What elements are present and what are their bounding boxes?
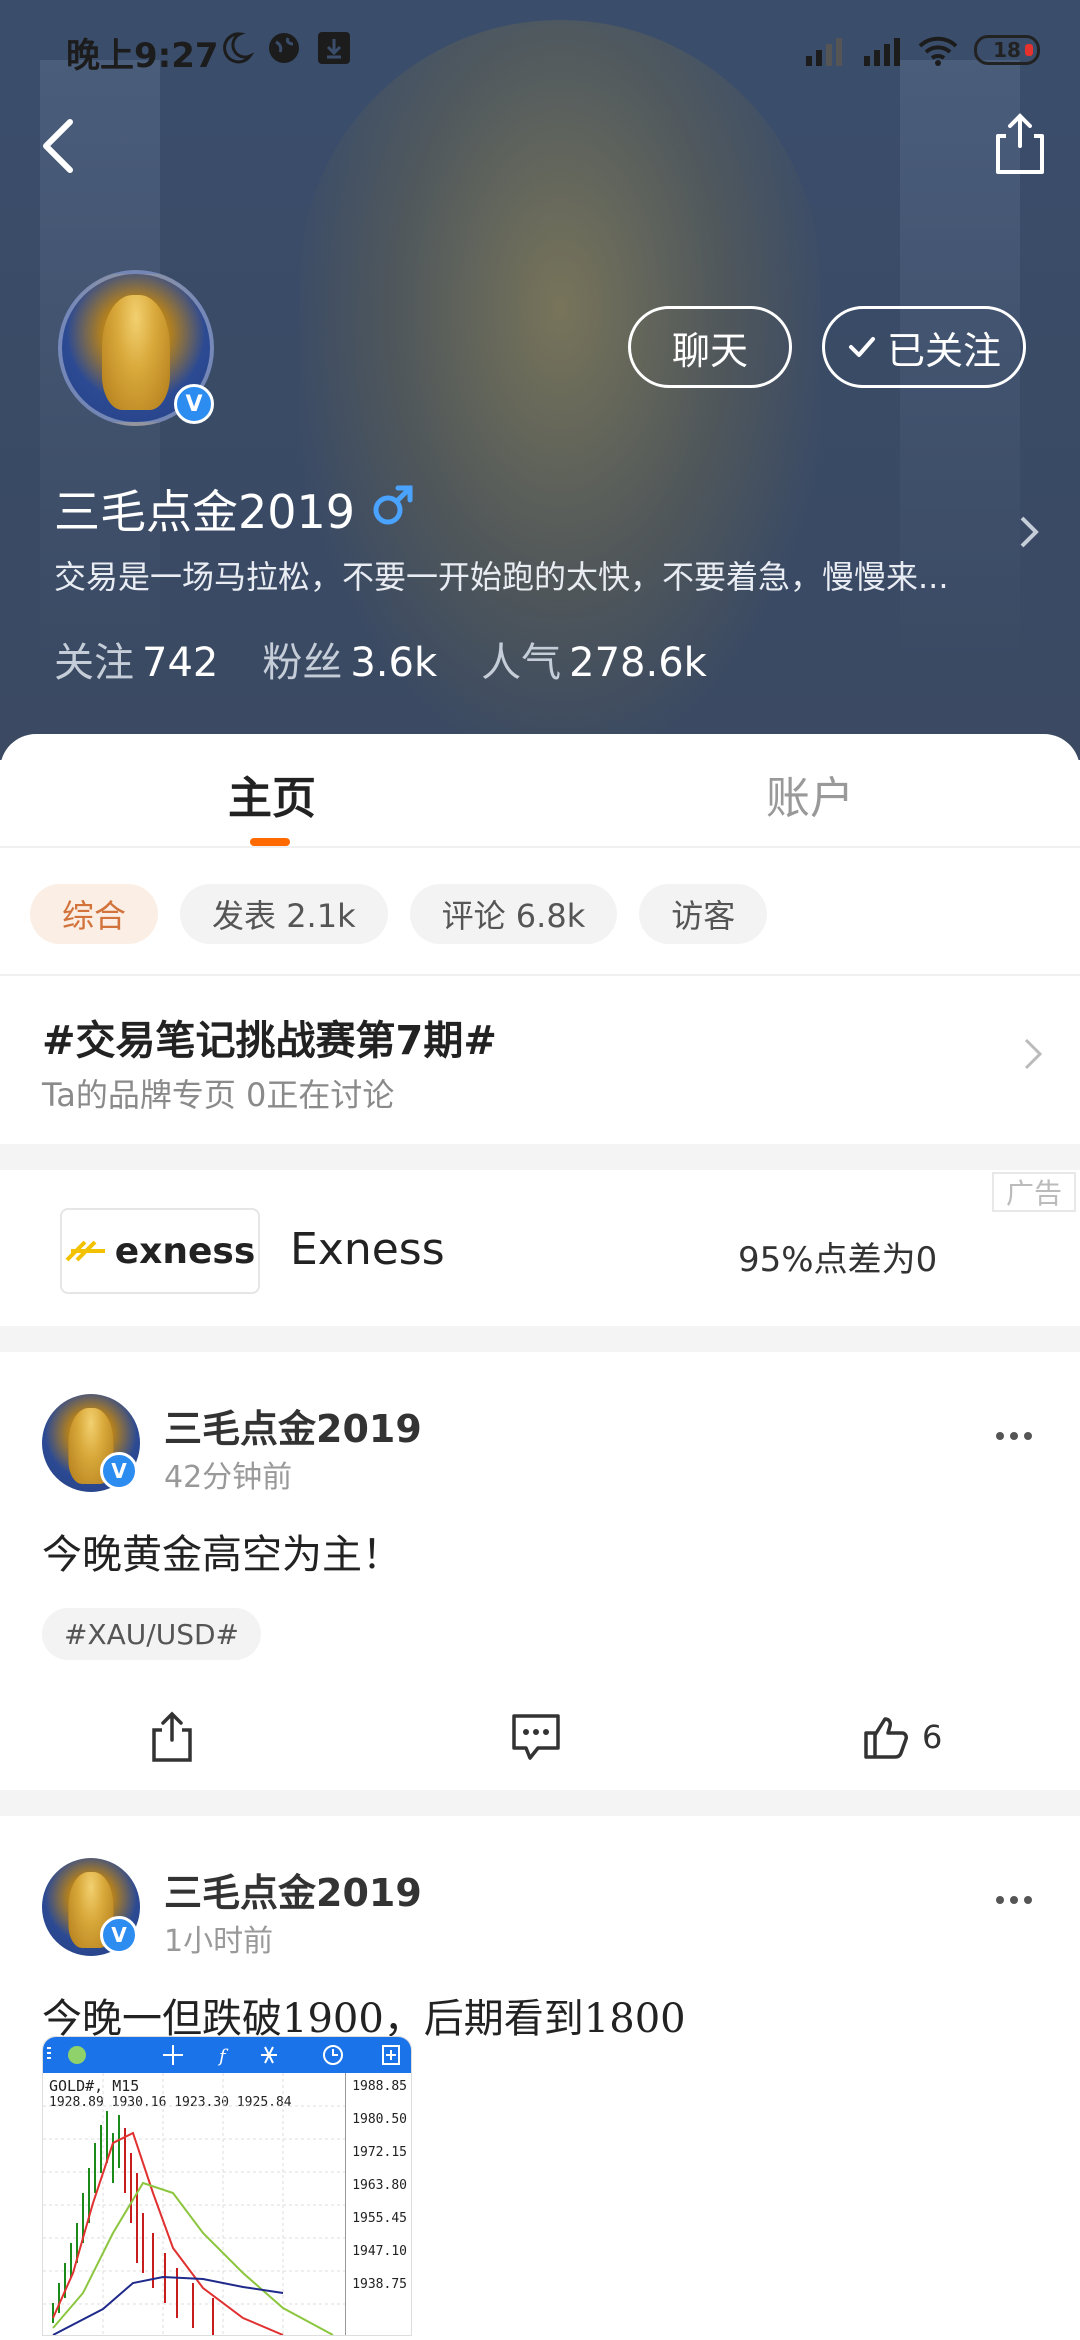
profile-stats: 关注 742 粉丝 3.6k 人气 278.6k — [54, 630, 707, 688]
chart-plot — [43, 2073, 347, 2335]
thumbs-up-icon — [864, 1717, 908, 1759]
download-icon — [318, 32, 350, 64]
filter-chip-comments[interactable]: 评论 6.8k — [409, 884, 618, 944]
ad-description: 95%点差为0 — [738, 1240, 938, 1280]
filter-chip-posts[interactable]: 发表 2.1k — [180, 884, 388, 944]
comment-icon — [512, 1714, 560, 1760]
exness-logo-icon — [65, 1240, 105, 1262]
post-hashtag[interactable]: #XAU/USD# — [42, 1608, 262, 1660]
ad-logo-text: exness — [114, 1230, 256, 1272]
verified-icon: V — [100, 1916, 138, 1954]
status-right-icons: 18 — [800, 30, 1040, 70]
chart-toolbar: f — [43, 2037, 411, 2073]
tab-bar: 主页 账户 — [0, 734, 1080, 848]
post-author[interactable]: 三毛点金2019 — [164, 1398, 422, 1453]
status-bar: 晚上9:27 18 — [0, 0, 1080, 100]
check-icon — [848, 337, 875, 357]
post-actions: 6 — [0, 1702, 1080, 1782]
like-count: 6 — [922, 1718, 943, 1756]
price-tick: 1988.85 — [352, 2079, 407, 2094]
more-icon[interactable] — [994, 1430, 1034, 1442]
topic-subtitle: Ta的品牌专页 0正在讨论 — [42, 1076, 395, 1114]
section-divider — [0, 1790, 1080, 1816]
battery-indicator: 18 — [974, 35, 1040, 65]
svg-text:f: f — [217, 2046, 229, 2067]
battery-low-mark — [1025, 44, 1033, 56]
like-button[interactable]: 6 — [862, 1702, 942, 1772]
post-time: 1小时前 — [164, 1924, 274, 1959]
verified-icon: V — [174, 384, 214, 424]
filter-chip-visitors[interactable]: 访客 — [639, 884, 768, 944]
status-time: 晚上9:27 — [66, 36, 219, 76]
avatar-image — [101, 294, 171, 411]
post-text: 今晚黄金高空为主！ — [42, 1532, 402, 1578]
share-button[interactable] — [148, 1702, 196, 1772]
post-image-chart[interactable]: f GOLD#, M15 1928.89 1930.16 1923.30 192… — [42, 2036, 412, 2336]
price-tick: 1955.45 — [352, 2211, 407, 2226]
post-card[interactable]: V 三毛点金2019 42分钟前 今晚黄金高空为主！ #XAU/USD# 6 — [0, 1352, 1080, 1792]
verified-icon: V — [100, 1452, 138, 1490]
price-tick: 1980.50 — [352, 2112, 407, 2127]
price-tick: 1972.15 — [352, 2145, 407, 2160]
content-sheet: 主页 账户 综合 发表 2.1k 评论 6.8k 访客 #交易笔记挑战赛第7期#… — [0, 734, 1080, 2340]
signal-icon — [806, 38, 842, 66]
battery-level: 18 — [993, 38, 1021, 62]
price-tick: 1947.10 — [352, 2244, 407, 2259]
signal-icon — [864, 38, 900, 66]
post-author[interactable]: 三毛点金2019 — [164, 1862, 422, 1917]
ad-name: Exness — [290, 1224, 445, 1275]
chart-toolbar-icons: f — [47, 2045, 400, 2067]
post-time: 42分钟前 — [164, 1460, 293, 1495]
price-tick: 1938.75 — [352, 2277, 407, 2292]
following-button-label: 已关注 — [886, 328, 1001, 373]
chevron-right-icon[interactable] — [1014, 512, 1044, 552]
tab-account[interactable]: 账户 — [766, 762, 854, 826]
stat-followers[interactable]: 粉丝 3.6k — [262, 630, 437, 688]
post-card[interactable]: V 三毛点金2019 1小时前 今晚一但跌破1900，后期看到1800 f GO… — [0, 1816, 1080, 2340]
profile-name: 三毛点金2019 — [54, 485, 356, 539]
back-icon[interactable] — [30, 110, 90, 180]
stat-popularity: 人气 278.6k — [481, 640, 707, 686]
male-icon — [373, 485, 413, 525]
topic-title: #交易笔记挑战赛第7期# — [42, 1018, 497, 1064]
more-icon[interactable] — [994, 1894, 1034, 1906]
ad-tag: 广告 — [992, 1172, 1076, 1212]
globe-icon — [269, 33, 299, 63]
following-button[interactable]: 已关注 — [822, 306, 1026, 388]
profile-bio[interactable]: 交易是一场马拉松，不要一开始跑的太快，不要着急，慢慢来... — [54, 552, 954, 598]
share-icon[interactable] — [990, 108, 1050, 178]
divider — [0, 974, 1080, 976]
tab-indicator — [250, 838, 290, 846]
moon-icon — [223, 32, 254, 64]
ad-logo: exness — [60, 1208, 260, 1294]
topic-card[interactable]: #交易笔记挑战赛第7期# Ta的品牌专页 0正在讨论 — [0, 978, 1080, 1146]
chart-price-axis: 1988.85 1980.50 1972.15 1963.80 1955.45 … — [345, 2073, 411, 2335]
price-tick: 1963.80 — [352, 2178, 407, 2193]
section-divider — [0, 1326, 1080, 1352]
chevron-right-icon — [1024, 1038, 1043, 1070]
filter-chip-all[interactable]: 综合 — [30, 884, 159, 944]
chat-button[interactable]: 聊天 — [628, 306, 792, 388]
wifi-icon — [918, 36, 958, 66]
section-divider — [0, 1144, 1080, 1170]
stat-following[interactable]: 关注 742 — [54, 630, 218, 688]
chat-button-label: 聊天 — [671, 328, 748, 373]
share-icon — [152, 1711, 192, 1762]
ad-banner[interactable]: exness Exness 95%点差为0 广告 — [0, 1170, 1080, 1326]
filter-chips: 综合 发表 2.1k 评论 6.8k 访客 — [30, 884, 768, 944]
comment-button[interactable] — [510, 1702, 562, 1772]
tab-home[interactable]: 主页 — [228, 762, 316, 826]
